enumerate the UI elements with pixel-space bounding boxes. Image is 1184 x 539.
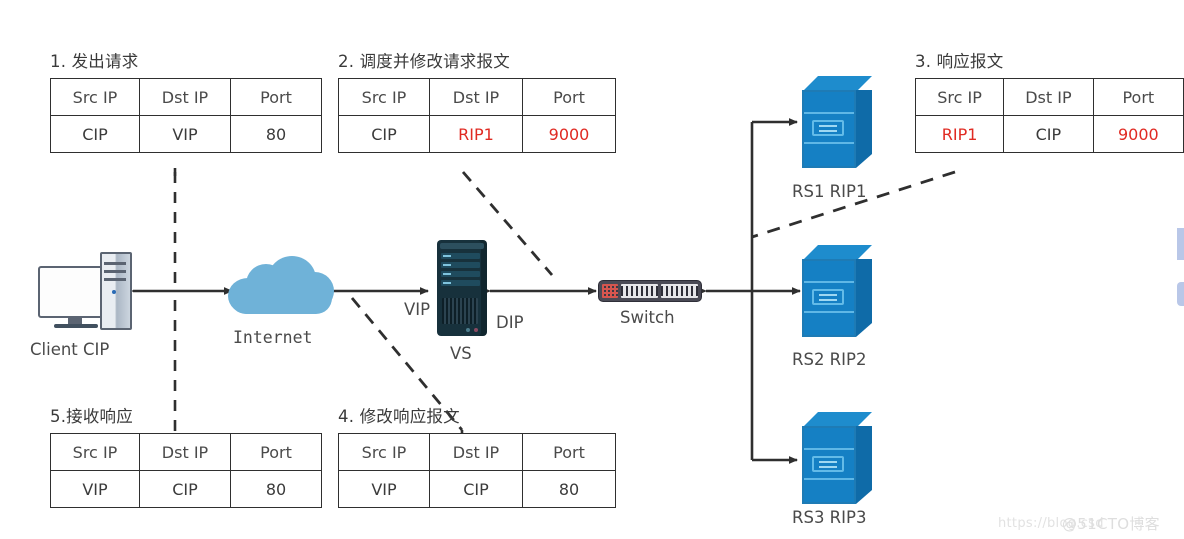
internet-label: Internet <box>233 328 313 347</box>
rs1-label: RS1 RIP1 <box>792 182 867 201</box>
packet-table-step1-grid: Src IP Dst IP Port CIP VIP 80 <box>50 78 322 153</box>
switch-label: Switch <box>620 308 675 327</box>
packet-table-step5: 5.接收响应 Src IP Dst IP Port VIP CIP 80 <box>50 403 322 508</box>
packet-table-step1: 1. 发出请求 Src IP Dst IP Port CIP VIP 80 <box>50 48 322 153</box>
real-server-3-icon <box>802 412 872 504</box>
switch-led-array <box>602 284 618 298</box>
col-header-src-ip: Src IP <box>914 78 1005 116</box>
edge-artifact-mid <box>1177 282 1184 306</box>
cell-dst-ip: CIP <box>139 470 231 508</box>
switch-port-group <box>621 284 658 298</box>
server-top-cap <box>440 243 484 249</box>
packet-table-step2: 2. 调度并修改请求报文 Src IP Dst IP Port CIP RIP1… <box>338 48 616 153</box>
packet-table-step4-grid: Src IP Dst IP Port VIP CIP 80 <box>338 433 616 508</box>
server-vent-grille <box>442 298 478 324</box>
packet-table-step3: 3. 响应报文 Src IP Dst IP Port RIP1 CIP 9000 <box>914 48 1184 153</box>
col-header-dst-ip: Dst IP <box>429 433 523 471</box>
rs2-label: RS2 RIP2 <box>792 350 867 369</box>
cell-src-ip: CIP <box>338 115 430 153</box>
real-server-2-icon <box>802 245 872 337</box>
col-header-dst-ip: Dst IP <box>139 78 231 116</box>
real-server-1-icon <box>802 76 872 168</box>
packet-table-step2-title: 2. 调度并修改请求报文 <box>338 52 510 71</box>
col-header-dst-ip: Dst IP <box>429 78 523 116</box>
packet-table-step5-title: 5.接收响应 <box>50 407 133 426</box>
tower-slot <box>104 270 126 273</box>
diagram-canvas: 1. 发出请求 Src IP Dst IP Port CIP VIP 80 2.… <box>0 0 1184 539</box>
vs-name-label: VS <box>450 344 472 363</box>
col-header-src-ip: Src IP <box>50 433 140 471</box>
client-label: Client CIP <box>30 340 110 359</box>
col-header-port: Port <box>1092 78 1184 116</box>
col-header-src-ip: Src IP <box>338 78 430 116</box>
packet-table-step3-grid: Src IP Dst IP Port RIP1 CIP 9000 <box>914 78 1184 153</box>
cell-dst-ip: VIP <box>139 115 231 153</box>
tower-slot <box>104 278 126 281</box>
col-header-port: Port <box>522 78 616 116</box>
packet-table-step4: 4. 修改响应报文 Src IP Dst IP Port VIP CIP 80 <box>338 403 616 508</box>
tower-slot <box>104 262 126 265</box>
cell-dst-ip: CIP <box>1003 115 1094 153</box>
col-header-port: Port <box>230 78 322 116</box>
vs-dip-label: DIP <box>496 313 524 332</box>
vs-vip-label: VIP <box>404 300 431 319</box>
col-header-port: Port <box>230 433 322 471</box>
cell-src-ip: VIP <box>50 470 140 508</box>
server-drive-icon <box>812 120 844 136</box>
server-drive-icon <box>812 289 844 305</box>
edge-artifact-top <box>1177 228 1184 260</box>
server-status-leds <box>466 328 478 332</box>
switch-port-group <box>661 284 698 298</box>
server-drive-icon <box>812 456 844 472</box>
packet-table-step5-grid: Src IP Dst IP Port VIP CIP 80 <box>50 433 322 508</box>
col-header-dst-ip: Dst IP <box>139 433 231 471</box>
col-header-port: Port <box>522 433 616 471</box>
cell-dst-ip: CIP <box>429 470 523 508</box>
col-header-dst-ip: Dst IP <box>1003 78 1094 116</box>
watermark-tag: @51CTO博客 <box>1062 515 1160 533</box>
packet-table-step3-title: 3. 响应报文 <box>915 52 1004 71</box>
cell-src-ip: RIP1 <box>914 115 1005 153</box>
server-drive-bays <box>441 253 480 293</box>
monitor-base <box>54 324 98 328</box>
cell-src-ip: CIP <box>50 115 140 153</box>
cell-port: 80 <box>522 470 616 508</box>
cell-port: 9000 <box>522 115 616 153</box>
power-led-icon <box>112 290 116 294</box>
cell-dst-ip: RIP1 <box>429 115 523 153</box>
packet-table-step1-title: 1. 发出请求 <box>50 52 139 71</box>
cell-src-ip: VIP <box>338 470 430 508</box>
packet-table-step2-grid: Src IP Dst IP Port CIP RIP1 9000 <box>338 78 616 153</box>
cell-port: 9000 <box>1092 115 1184 153</box>
cell-port: 80 <box>230 470 322 508</box>
col-header-src-ip: Src IP <box>338 433 430 471</box>
internet-cloud-icon <box>228 256 334 314</box>
rs3-label: RS3 RIP3 <box>792 508 867 527</box>
col-header-src-ip: Src IP <box>50 78 140 116</box>
network-switch-icon <box>598 280 702 302</box>
cell-port: 80 <box>230 115 322 153</box>
packet-table-step4-title: 4. 修改响应报文 <box>338 407 460 426</box>
virtual-server-icon <box>437 240 487 336</box>
